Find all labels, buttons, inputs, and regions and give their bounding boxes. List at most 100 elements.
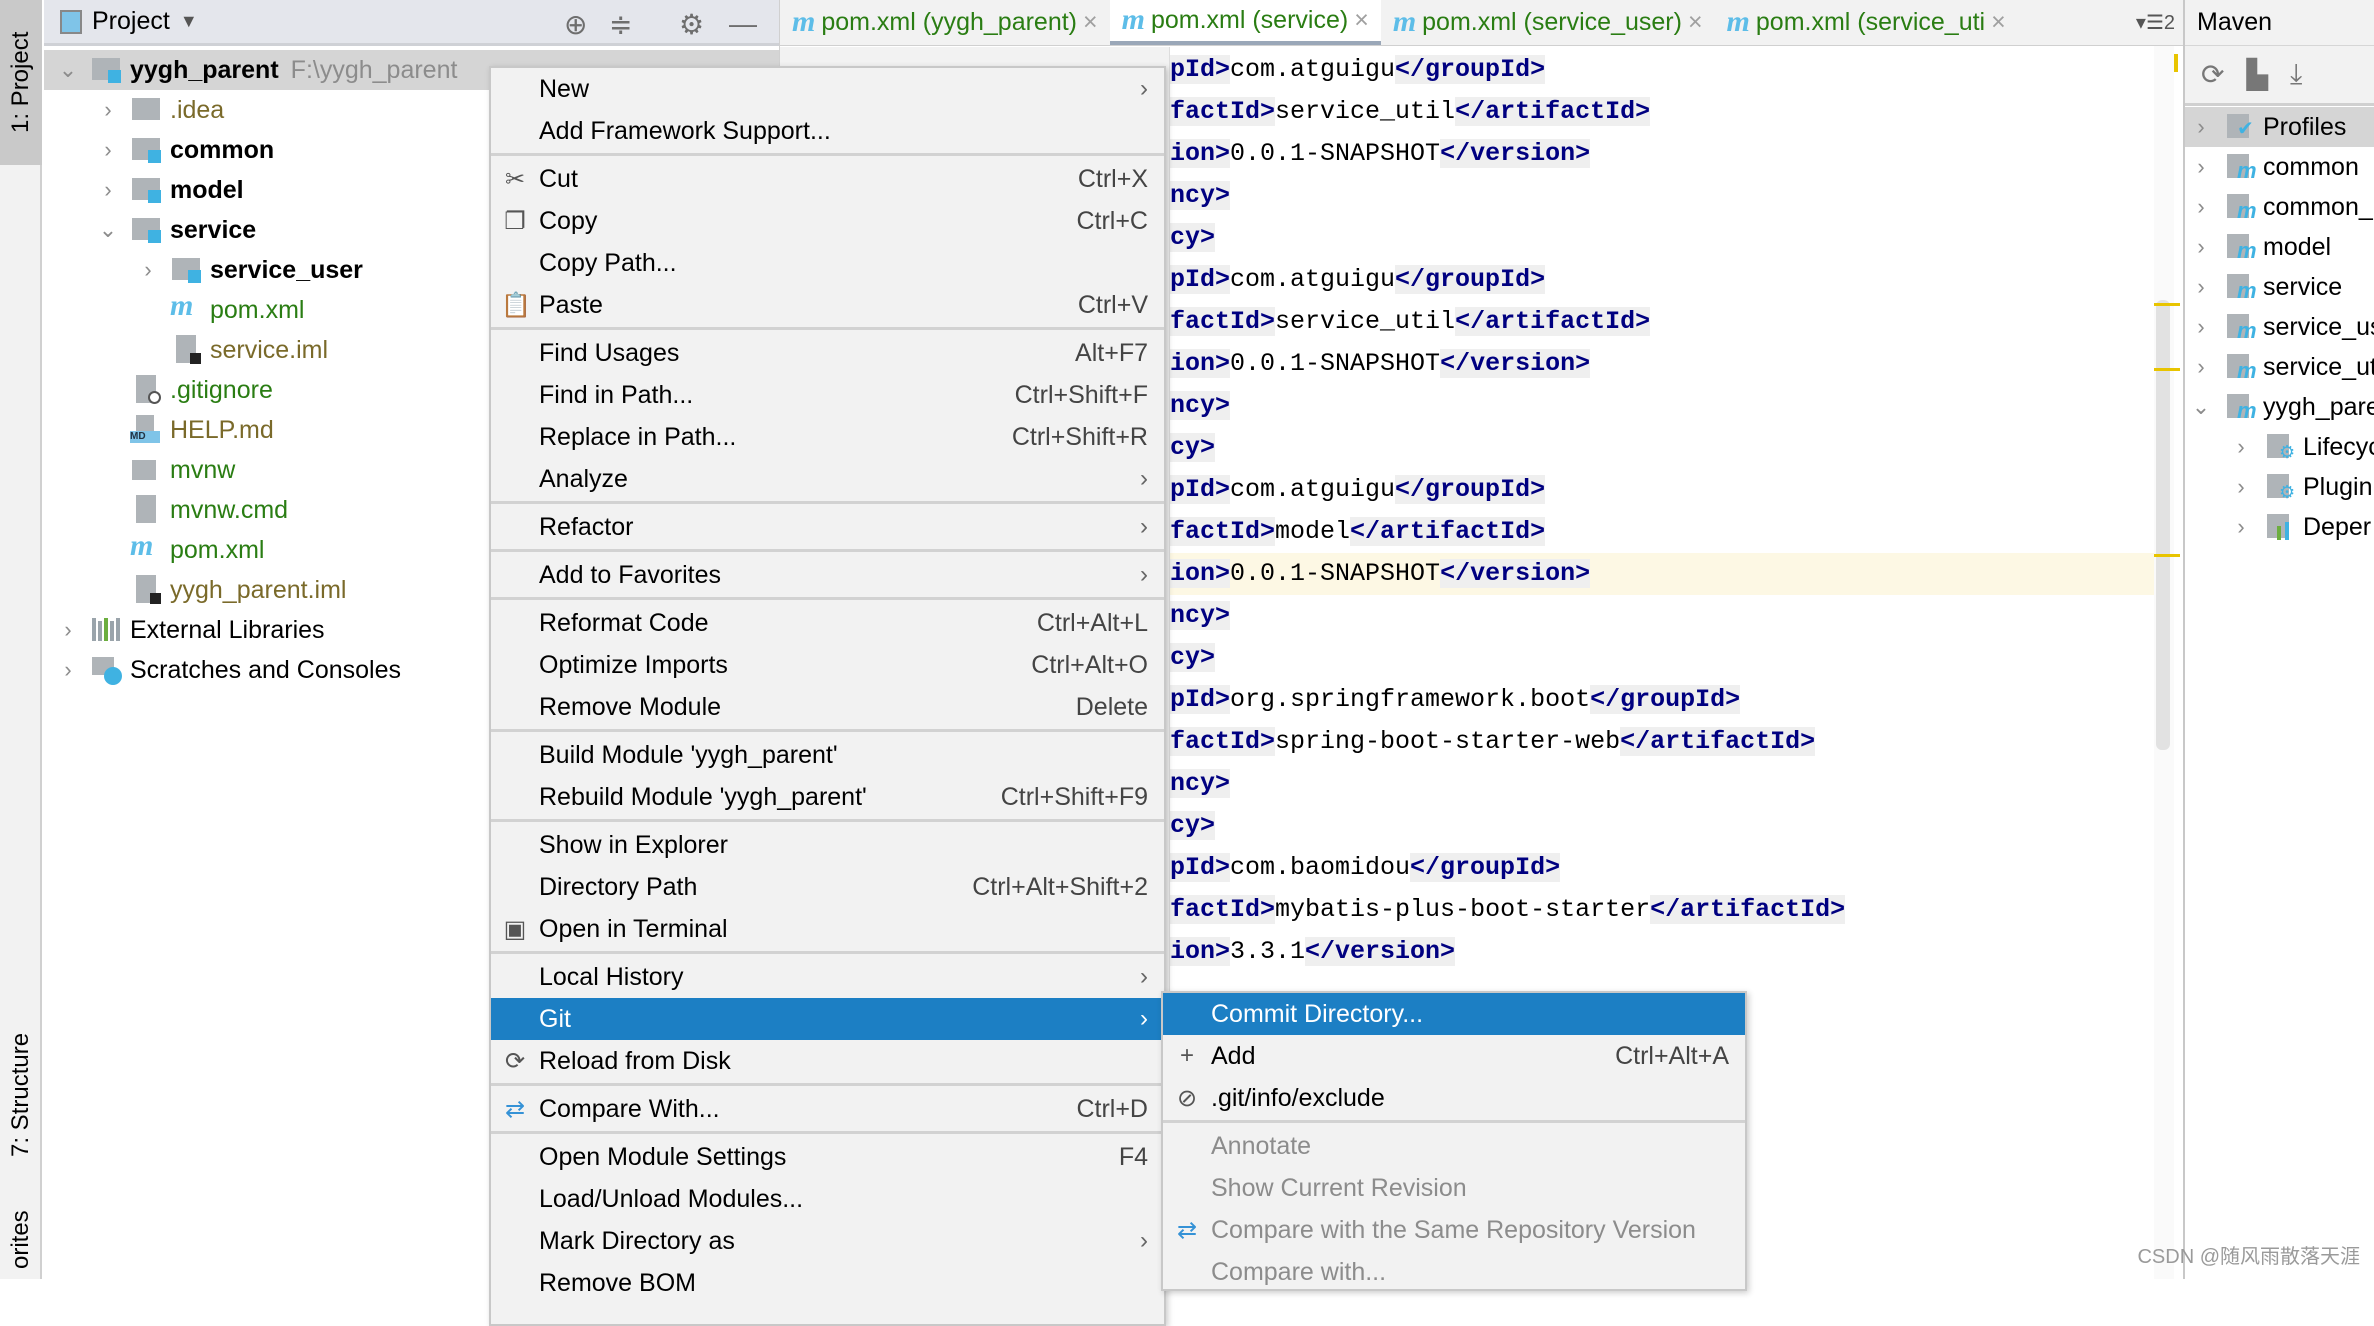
- maven-tree-item[interactable]: › m common_: [2185, 187, 2372, 227]
- error-stripe-mark[interactable]: [2154, 303, 2180, 306]
- menu-item-copy-path[interactable]: Copy Path...: [491, 242, 1164, 284]
- dropdown-arrow-icon[interactable]: ▼: [180, 11, 198, 32]
- tree-item-label: service: [170, 215, 257, 244]
- structure-tool-tab[interactable]: 7: Structure: [0, 1010, 42, 1180]
- menu-item-find-usages[interactable]: Find Usages Alt+F7: [491, 332, 1164, 374]
- close-tab-icon[interactable]: ×: [1354, 6, 1369, 35]
- minimize-icon[interactable]: —: [729, 8, 757, 40]
- menu-item-git-info-exclude[interactable]: ⊘ .git/info/exclude: [1163, 1077, 1745, 1119]
- chevron-right-icon[interactable]: ›: [2229, 514, 2253, 540]
- editor-tab[interactable]: m pom.xml (yygh_parent) ×: [780, 0, 1110, 45]
- close-tab-icon[interactable]: ×: [1688, 8, 1703, 37]
- editor-tab[interactable]: m pom.xml (service) ×: [1109, 0, 1381, 45]
- maven-tree-item[interactable]: ⌄ m yygh_pare: [2185, 387, 2374, 427]
- code-line: cy>: [1170, 427, 1216, 469]
- ignore-file-icon: ⊘: [1176, 1084, 1198, 1112]
- gear-icon[interactable]: ⚙: [679, 8, 704, 41]
- menu-item-cut[interactable]: ✂ Cut Ctrl+X: [491, 158, 1164, 200]
- menu-item-label: Find in Path...: [539, 380, 694, 409]
- chevron-right-icon[interactable]: ›: [136, 257, 160, 283]
- tab-overflow-button[interactable]: ▾☰2: [2136, 10, 2175, 35]
- menu-item-add-framework-support[interactable]: Add Framework Support...: [491, 110, 1164, 152]
- reimport-folder-icon[interactable]: ▙: [2246, 58, 2268, 91]
- project-view-selector[interactable]: Project: [92, 7, 170, 36]
- chevron-right-icon[interactable]: ›: [56, 617, 80, 643]
- menu-item-find-in-path[interactable]: Find in Path... Ctrl+Shift+F: [491, 374, 1164, 416]
- menu-item-remove-bom[interactable]: Remove BOM: [491, 1262, 1164, 1304]
- editor-tab[interactable]: m pom.xml (service_uti ×: [1715, 0, 2018, 45]
- menu-item-add-to-favorites[interactable]: Add to Favorites ›: [491, 554, 1164, 596]
- chevron-down-icon[interactable]: ⌄: [96, 217, 120, 243]
- project-tool-tab[interactable]: 1: Project: [0, 0, 42, 165]
- maven-tree-item[interactable]: › m model: [2185, 227, 2331, 267]
- chevron-right-icon[interactable]: ›: [96, 97, 120, 123]
- profiles-icon: ✔: [2223, 112, 2257, 142]
- locate-icon[interactable]: ⊕: [564, 8, 587, 41]
- chevron-down-icon[interactable]: ⌄: [2189, 394, 2213, 420]
- close-tab-icon[interactable]: ×: [1083, 8, 1098, 37]
- xml-open-tag: pId>: [1170, 55, 1231, 84]
- xml-open-tag: pId>: [1170, 853, 1231, 882]
- close-tab-icon[interactable]: ×: [1991, 8, 2006, 37]
- menu-item-open-module-settings[interactable]: Open Module Settings F4: [491, 1136, 1164, 1178]
- xml-close-tag: </artifactId>: [1455, 307, 1651, 336]
- maven-tree-item[interactable]: › m common: [2185, 147, 2359, 187]
- menu-item-directory-path[interactable]: Directory Path Ctrl+Alt+Shift+2: [491, 866, 1164, 908]
- chevron-right-icon[interactable]: ›: [2189, 314, 2213, 340]
- maven-module-icon: m: [2223, 192, 2257, 223]
- maven-tree-item-label: yygh_pare: [2263, 392, 2374, 421]
- menu-item-paste[interactable]: 📋 Paste Ctrl+V: [491, 284, 1164, 326]
- chevron-right-icon[interactable]: ›: [2229, 434, 2253, 460]
- maven-tree-item[interactable]: › m service_us: [2185, 307, 2374, 347]
- chevron-right-icon[interactable]: ›: [2189, 114, 2213, 140]
- chevron-right-icon[interactable]: ›: [96, 177, 120, 203]
- menu-item-analyze[interactable]: Analyze ›: [491, 458, 1164, 500]
- reload-icon[interactable]: ⟳: [2201, 58, 2224, 91]
- editor-tab[interactable]: m pom.xml (service_user) ×: [1381, 0, 1715, 45]
- chevron-right-icon[interactable]: ›: [56, 657, 80, 683]
- menu-item-mark-directory-as[interactable]: Mark Directory as ›: [491, 1220, 1164, 1262]
- maven-tree-item[interactable]: › ⚙ Plugin: [2185, 467, 2372, 507]
- chevron-right-icon[interactable]: ›: [2189, 234, 2213, 260]
- menu-item-copy[interactable]: ❐ Copy Ctrl+C: [491, 200, 1164, 242]
- chevron-right-icon[interactable]: ›: [2189, 354, 2213, 380]
- menu-item-show-in-explorer[interactable]: Show in Explorer: [491, 824, 1164, 866]
- maven-tree-item[interactable]: › ⚙ Lifecyc: [2185, 427, 2374, 467]
- maven-tree-item[interactable]: › m service_ut: [2185, 347, 2374, 387]
- menu-item-new[interactable]: New ›: [491, 68, 1164, 110]
- collapse-all-icon[interactable]: ≑: [609, 8, 632, 41]
- menu-item-optimize-imports[interactable]: Optimize Imports Ctrl+Alt+O: [491, 644, 1164, 686]
- chevron-right-icon[interactable]: ›: [2189, 194, 2213, 220]
- menu-item-open-in-terminal[interactable]: ▣ Open in Terminal: [491, 908, 1164, 950]
- git-submenu: Commit Directory... + Add Ctrl+Alt+A ⊘ .git/i…: [1161, 991, 1747, 1291]
- menu-item-replace-in-path[interactable]: Replace in Path... Ctrl+Shift+R: [491, 416, 1164, 458]
- maven-tree-item[interactable]: › ✔ Profiles: [2185, 107, 2374, 147]
- menu-item-compare-with[interactable]: ⇄ Compare With... Ctrl+D: [491, 1088, 1164, 1130]
- error-stripe-mark[interactable]: [2154, 368, 2180, 371]
- menu-item-refactor[interactable]: Refactor ›: [491, 506, 1164, 548]
- maven-tree-item[interactable]: › Deper: [2185, 507, 2371, 547]
- download-icon[interactable]: ⤓: [2290, 58, 2302, 91]
- maven-tree-item[interactable]: › m service: [2185, 267, 2342, 307]
- menu-item-reformat-code[interactable]: Reformat Code Ctrl+Alt+L: [491, 602, 1164, 644]
- menu-item-local-history[interactable]: Local History ›: [491, 956, 1164, 998]
- markdown-icon: MD: [130, 415, 164, 445]
- favorites-tool-tab[interactable]: orites: [0, 1200, 42, 1279]
- chevron-right-icon[interactable]: ›: [2229, 474, 2253, 500]
- maven-module-icon: m: [2223, 352, 2257, 383]
- menu-item-load-unload-modules[interactable]: Load/Unload Modules...: [491, 1178, 1164, 1220]
- menu-item-build-module-yygh-parent[interactable]: Build Module 'yygh_parent': [491, 734, 1164, 776]
- menu-item-git[interactable]: Git ›: [491, 998, 1164, 1040]
- menu-item-remove-module[interactable]: Remove Module Delete: [491, 686, 1164, 728]
- chevron-right-icon[interactable]: ›: [2189, 274, 2213, 300]
- error-stripe-mark[interactable]: [2154, 554, 2180, 557]
- chevron-right-icon[interactable]: ›: [2189, 154, 2213, 180]
- chevron-down-icon[interactable]: ⌄: [56, 57, 80, 83]
- chevron-right-icon[interactable]: ›: [96, 137, 120, 163]
- menu-item-add[interactable]: + Add Ctrl+Alt+A: [1163, 1035, 1745, 1077]
- menu-item-commit-directory[interactable]: Commit Directory...: [1163, 993, 1745, 1035]
- menu-item-reload-from-disk[interactable]: ⟳ Reload from Disk: [491, 1040, 1164, 1082]
- project-tool-tab-label: 1: Project: [7, 31, 34, 134]
- menu-item-rebuild-module-yygh-parent[interactable]: Rebuild Module 'yygh_parent' Ctrl+Shift+F…: [491, 776, 1164, 818]
- submenu-arrow-icon: ›: [1140, 561, 1148, 588]
